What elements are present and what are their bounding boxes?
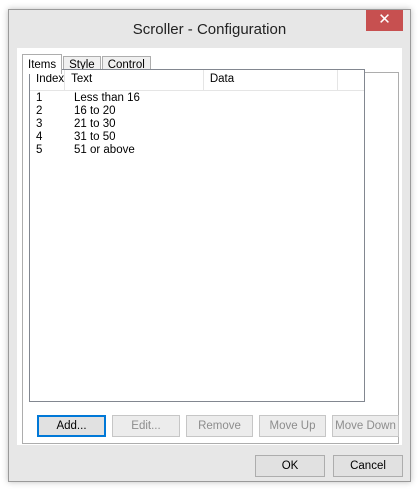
move-down-button[interactable]: Move Down xyxy=(332,415,399,437)
tab-items[interactable]: Items xyxy=(22,54,63,74)
item-index: 3 xyxy=(36,118,43,130)
list-header: Index Text Data xyxy=(30,70,364,91)
column-header-filler xyxy=(338,70,364,90)
list-rows: 1 Less than 16 2 16 to 20 3 21 to 30 4 3… xyxy=(30,91,364,157)
edit-button[interactable]: Edit... xyxy=(112,415,180,437)
move-up-button[interactable]: Move Up xyxy=(259,415,326,437)
items-list[interactable]: Index Text Data 1 Less than 16 2 16 to 2… xyxy=(29,69,365,402)
title-bar[interactable]: Scroller - Configuration ✕ xyxy=(9,10,410,48)
list-item[interactable]: 3 21 to 30 xyxy=(30,118,364,131)
item-text: 16 to 20 xyxy=(74,105,116,117)
column-header-text[interactable]: Text xyxy=(65,70,204,90)
cancel-button[interactable]: Cancel xyxy=(333,455,403,477)
ok-button[interactable]: OK xyxy=(255,455,325,477)
column-header-data[interactable]: Data xyxy=(204,70,339,90)
item-index: 1 xyxy=(36,92,43,104)
remove-button[interactable]: Remove xyxy=(186,415,253,437)
close-icon: ✕ xyxy=(378,10,391,28)
item-text: 51 or above xyxy=(74,144,135,156)
list-item[interactable]: 5 51 or above xyxy=(30,144,364,157)
close-button[interactable]: ✕ xyxy=(366,10,403,31)
item-index: 5 xyxy=(36,144,43,156)
item-text: Less than 16 xyxy=(74,92,140,104)
item-index: 4 xyxy=(36,131,43,143)
list-item[interactable]: 4 31 to 50 xyxy=(30,131,364,144)
list-item[interactable]: 1 Less than 16 xyxy=(30,92,364,105)
add-button[interactable]: Add... xyxy=(37,415,106,437)
list-item[interactable]: 2 16 to 20 xyxy=(30,105,364,118)
item-index: 2 xyxy=(36,105,43,117)
window-title: Scroller - Configuration xyxy=(132,21,287,38)
item-text: 21 to 30 xyxy=(74,118,116,130)
item-text: 31 to 50 xyxy=(74,131,116,143)
